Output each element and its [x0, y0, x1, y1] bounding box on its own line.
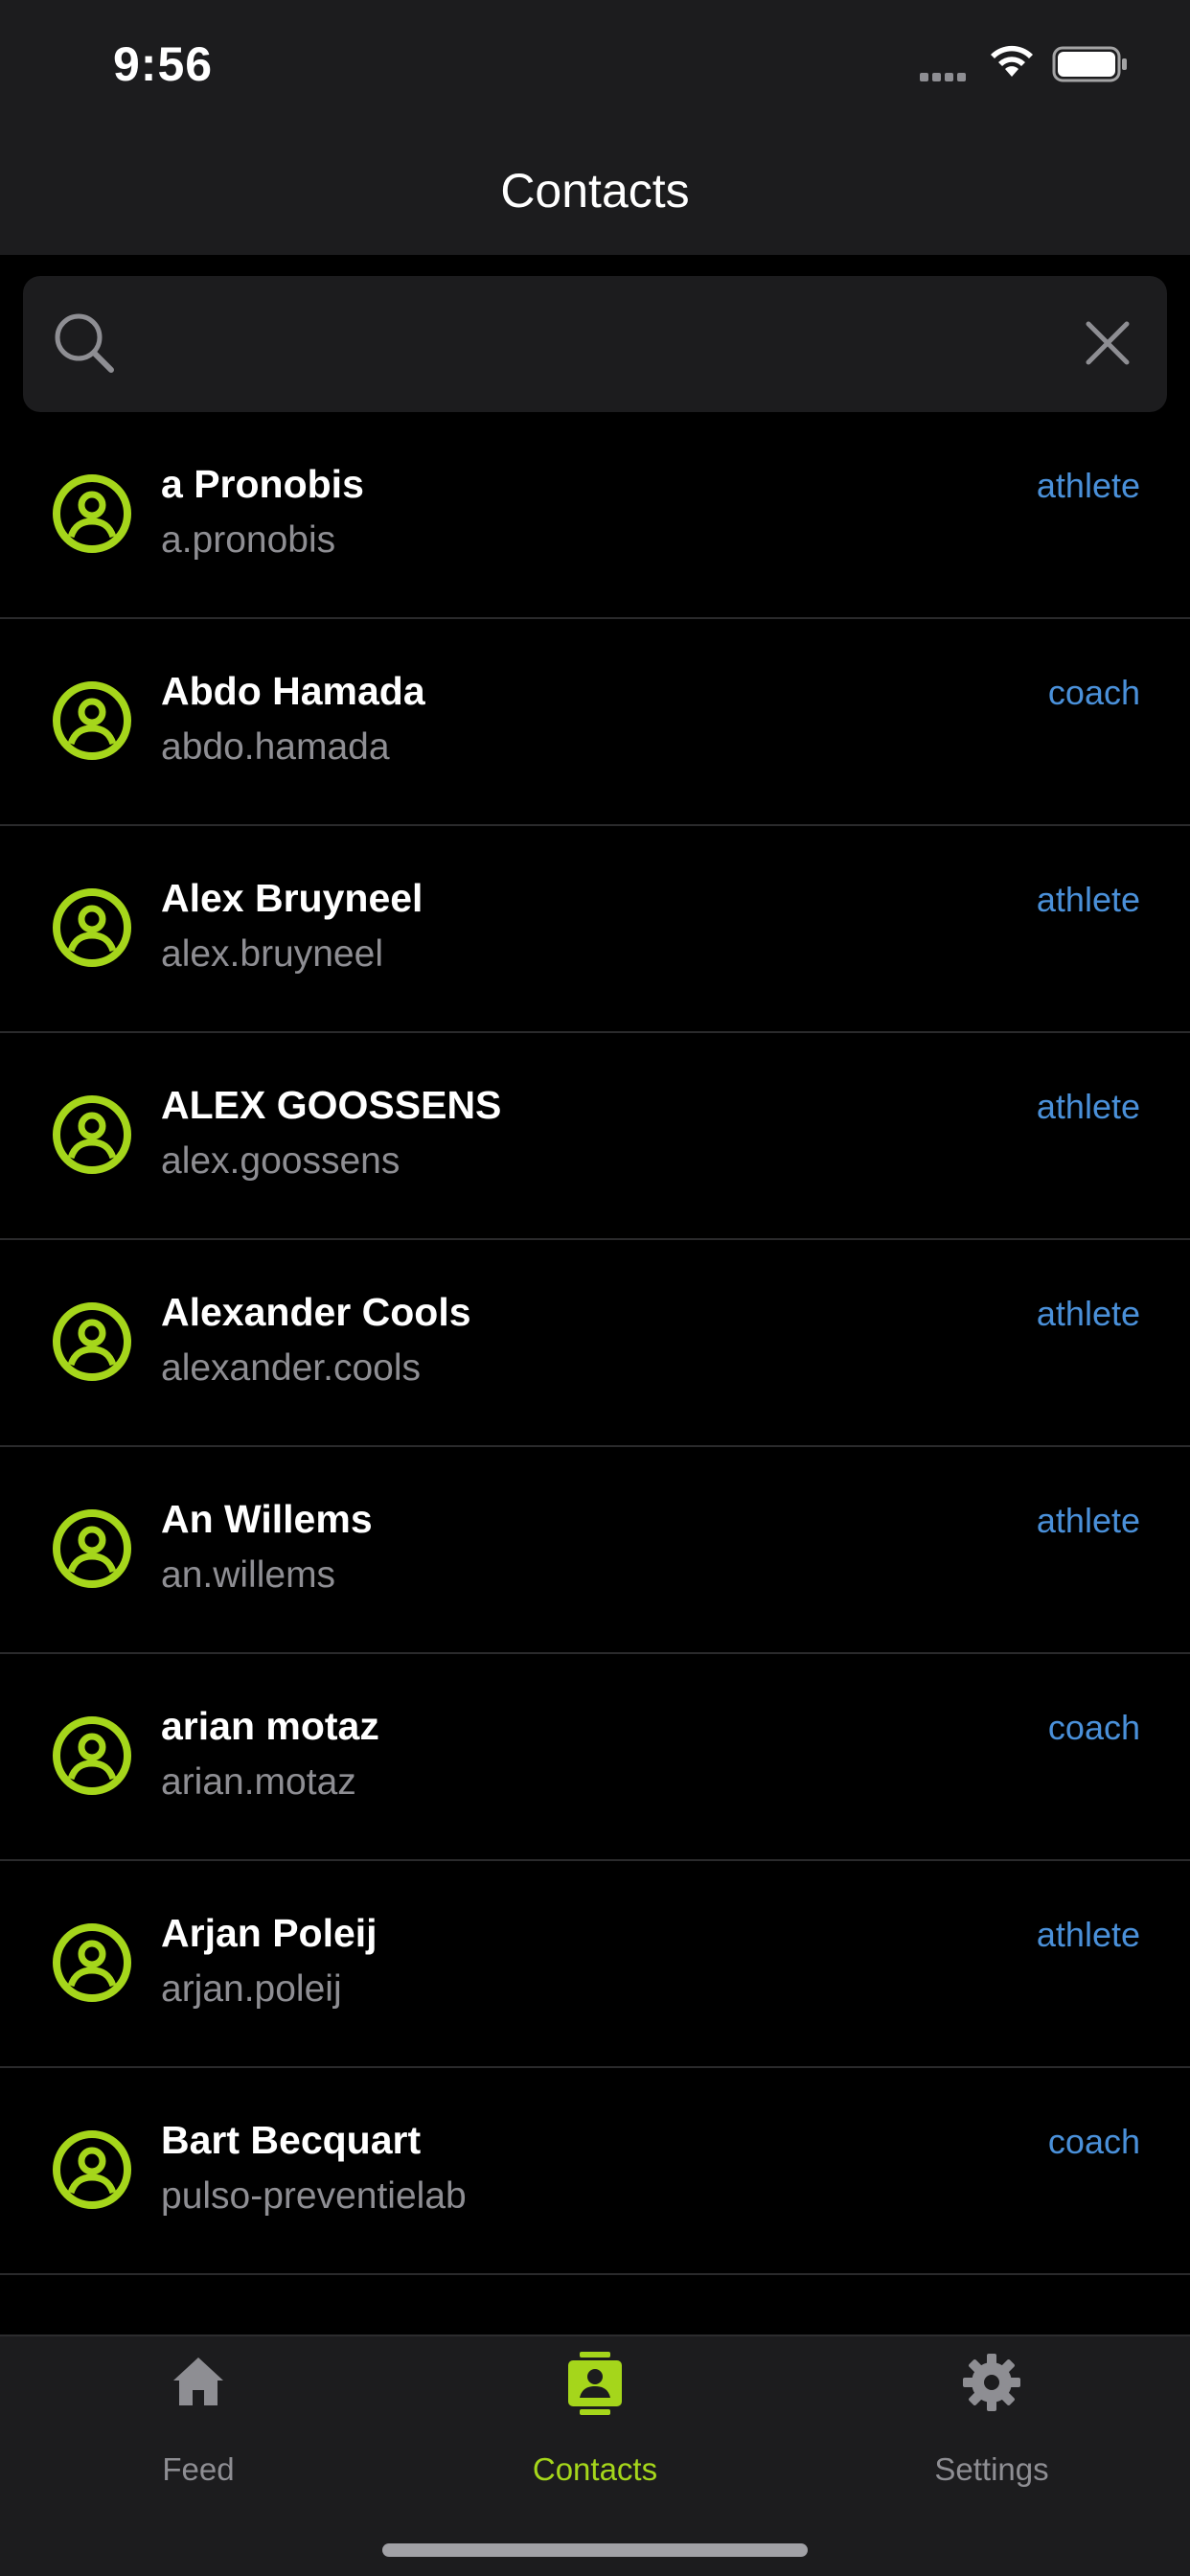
gear-icon — [963, 2354, 1020, 2411]
contact-name: An Willems — [161, 1497, 373, 1541]
contact-name: arian motaz — [161, 1704, 379, 1748]
contact-username: an.willems — [161, 1554, 336, 1596]
contact-username: a.pronobis — [161, 519, 336, 561]
contact-name: Bart Becquart — [161, 2118, 422, 2162]
tab-label: Feed — [162, 2451, 235, 2487]
contact-card-icon — [568, 2352, 622, 2415]
contact-role-badge: athlete — [1036, 1501, 1140, 1540]
home-icon — [173, 2358, 223, 2405]
user-avatar-icon — [53, 1095, 131, 1174]
tab-label: Contacts — [532, 2451, 658, 2487]
close-icon[interactable] — [1081, 316, 1134, 370]
page-title: Contacts — [500, 164, 690, 218]
home-indicator[interactable] — [382, 2543, 808, 2557]
list-item[interactable]: ALEX GOOSSENS alex.goossens athlete — [0, 1033, 1190, 1240]
user-avatar-icon — [53, 1716, 131, 1795]
contact-name: Arjan Poleij — [161, 1911, 378, 1955]
list-item[interactable]: An Willems an.willems athlete — [0, 1447, 1190, 1654]
contact-username: alexander.cools — [161, 1347, 422, 1389]
tab-feed[interactable]: Feed — [0, 2336, 397, 2499]
contact-role-badge: coach — [1047, 2122, 1140, 2161]
contact-name: a Pronobis — [161, 462, 364, 506]
contact-username: arjan.poleij — [161, 1968, 342, 2010]
tab-settings[interactable]: Settings — [793, 2336, 1190, 2499]
list-item[interactable]: Abdo Hamada abdo.hamada coach — [0, 619, 1190, 826]
wifi-icon — [991, 45, 1033, 77]
navigation-bar: Contacts — [0, 134, 1190, 255]
search-bar[interactable] — [23, 276, 1167, 412]
contact-name: Alex Bruyneel — [161, 876, 423, 920]
contact-username: arian.motaz — [161, 1761, 356, 1803]
status-time: 9:56 — [113, 37, 214, 91]
contact-role-badge: coach — [1047, 673, 1140, 712]
contact-username: alex.bruyneel — [161, 933, 383, 975]
list-item[interactable]: Alex Bruyneel alex.bruyneel athlete — [0, 826, 1190, 1033]
contact-list[interactable]: a Pronobis a.pronobis athlete Abdo Hamad… — [0, 412, 1190, 2334]
user-avatar-icon — [53, 474, 131, 553]
user-avatar-icon — [53, 681, 131, 760]
contact-name: ALEX GOOSSENS — [161, 1083, 502, 1127]
tab-label: Settings — [934, 2451, 1049, 2487]
search-icon — [55, 313, 114, 373]
list-item[interactable]: Arjan Poleij arjan.poleij athlete — [0, 1861, 1190, 2068]
contact-role-badge: coach — [1047, 1708, 1140, 1747]
user-avatar-icon — [53, 1302, 131, 1381]
contact-role-badge: athlete — [1036, 1915, 1140, 1954]
contact-username: alex.goossens — [161, 1140, 400, 1182]
user-avatar-icon — [53, 2130, 131, 2209]
contact-name: Abdo Hamada — [161, 669, 425, 713]
status-bar: 9:56 — [0, 0, 1190, 134]
contact-name: Alexander Cools — [161, 1290, 471, 1334]
list-item[interactable]: a Pronobis a.pronobis athlete — [0, 412, 1190, 619]
contact-role-badge: athlete — [1036, 1294, 1140, 1333]
user-avatar-icon — [53, 1509, 131, 1588]
search-input[interactable] — [138, 305, 1042, 383]
tab-contacts[interactable]: Contacts — [397, 2336, 793, 2499]
contact-role-badge: athlete — [1036, 466, 1140, 505]
list-item[interactable]: Bart Becquart pulso-preventielab coach — [0, 2068, 1190, 2275]
tab-bar: Feed Contacts Settings — [0, 2334, 1190, 2576]
contact-role-badge: athlete — [1036, 880, 1140, 919]
cellular-signal-icon — [920, 69, 973, 81]
contact-username: pulso-preventielab — [161, 2175, 467, 2217]
list-item[interactable]: arian motaz arian.motaz coach — [0, 1654, 1190, 1861]
user-avatar-icon — [53, 888, 131, 967]
contact-role-badge: athlete — [1036, 1087, 1140, 1126]
battery-icon — [1052, 46, 1127, 82]
user-avatar-icon — [53, 1923, 131, 2002]
list-item[interactable]: Alexander Cools alexander.cools athlete — [0, 1240, 1190, 1447]
contact-username: abdo.hamada — [161, 726, 390, 768]
